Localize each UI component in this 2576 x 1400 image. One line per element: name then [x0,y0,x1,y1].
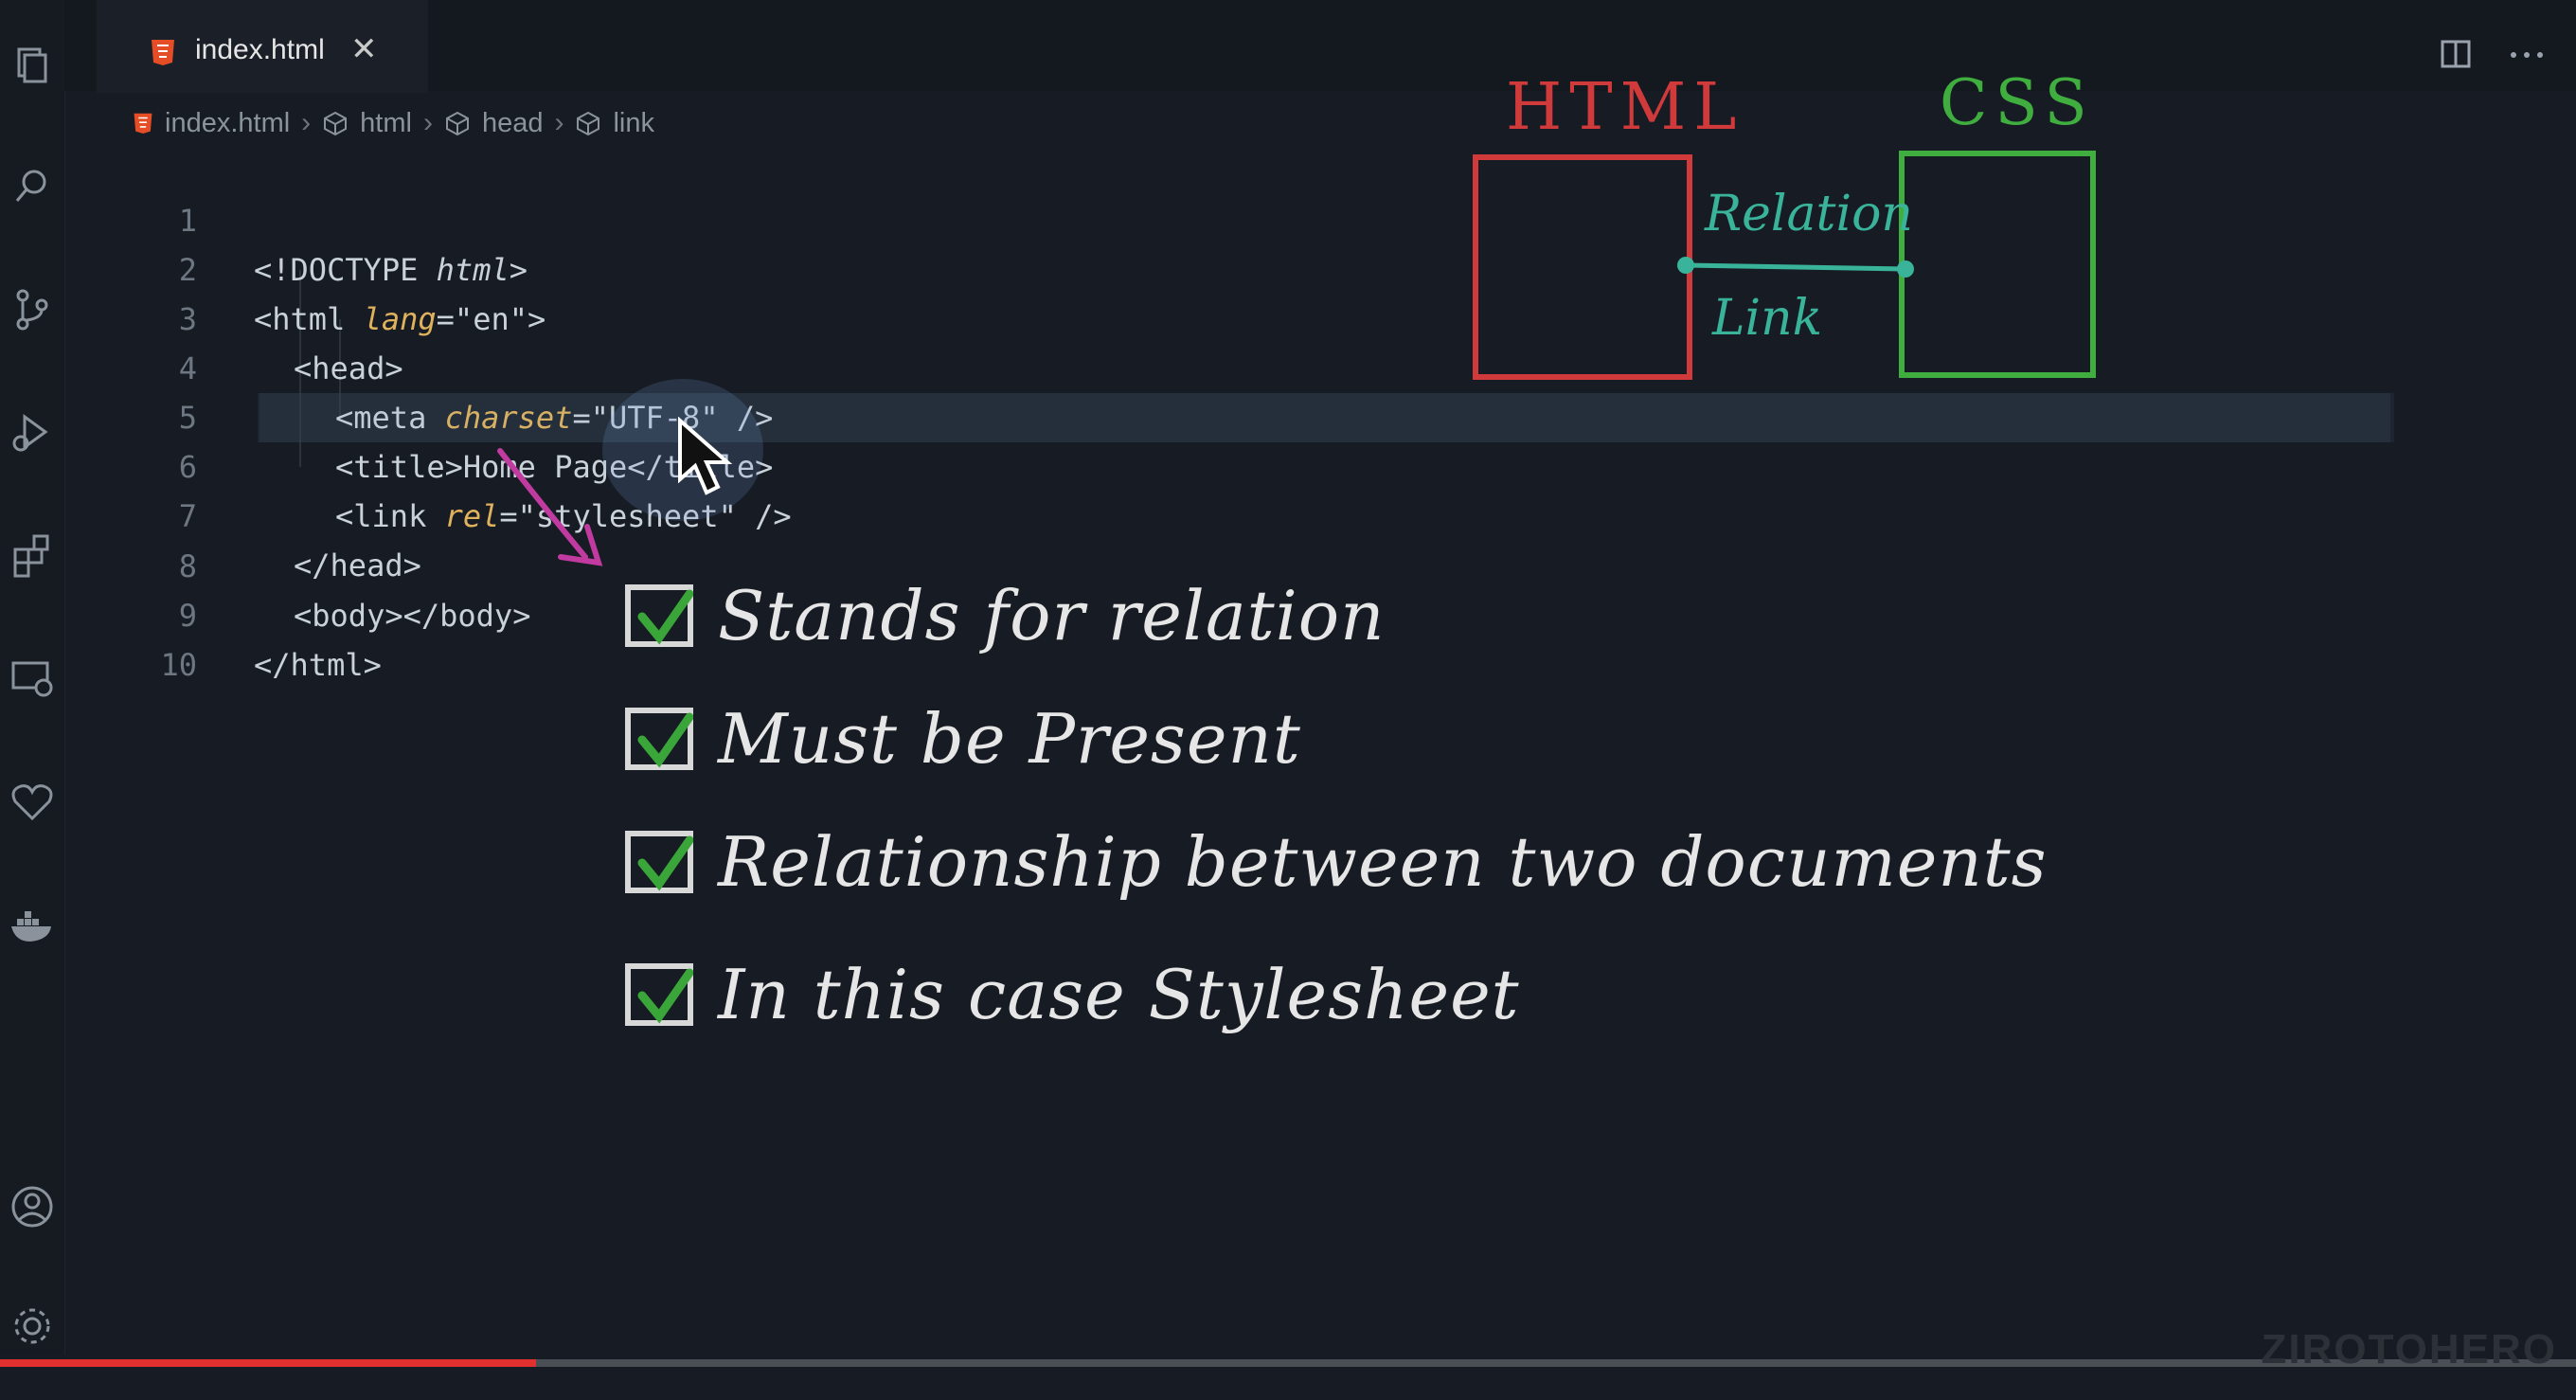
diagram-link-label: Link [1712,290,1823,347]
tab-index-html[interactable]: index.html ✕ [97,0,428,93]
diagram-relation-label: Relation [1705,186,1913,242]
checkmark-icon [637,712,693,768]
mouse-pointer-icon [678,417,733,495]
settings-gear-icon[interactable] [8,1301,57,1351]
diagram-css-label: CSS [1940,66,2095,139]
breadcrumb-html[interactable]: html [322,108,412,139]
checkbox-checked [625,963,693,1026]
docker-icon[interactable] [8,900,57,949]
breadcrumb-head[interactable]: head [444,108,543,139]
tab-label: index.html [195,34,325,65]
annotation-arrow-icon [497,448,603,566]
current-line-highlight [258,393,2394,442]
split-editor-icon[interactable] [110,38,142,70]
html5-icon [134,113,152,134]
checkbox-checked [625,831,693,893]
checkmark-icon [637,968,693,1024]
tab-bar: index.html ✕ [64,0,2576,93]
explorer-icon[interactable] [8,40,57,89]
checklist-item: Must be Present [625,699,1301,779]
code-line-4[interactable]: 4 <meta charset="UTF-8" /> [64,295,2527,436]
run-debug-icon[interactable] [8,407,57,457]
cube-icon [324,111,348,136]
channel-watermark: ZIROTOHERO [2261,1326,2557,1373]
chevron-right-icon: › [301,107,312,138]
checkbox-checked [625,584,693,647]
favorites-heart-icon[interactable] [8,777,57,826]
diagram-boxes [1473,151,2096,380]
checklist-item: Stands for relation [625,576,1385,655]
checkmark-icon [637,835,693,891]
chevron-right-icon: › [422,107,433,138]
breadcrumb-file[interactable]: index.html [133,108,290,139]
code-line-7[interactable]: 7 </head> [64,442,2527,583]
split-editor-icon[interactable] [2440,38,2472,70]
remote-explorer-icon[interactable] [8,654,57,703]
activity-bar [0,0,65,1355]
source-control-icon[interactable] [8,284,57,333]
code-line-5[interactable]: 5 <title>Home Page</title> [64,344,2527,485]
cube-icon [445,111,469,136]
checkmark-icon [637,589,693,645]
diagram-html-label: HTML [1506,70,1744,145]
code-line-1[interactable]: 1 <!DOCTYPE html> [64,147,2527,288]
checkbox-checked [625,708,693,770]
code-line-2[interactable]: 2 <html lang="en"> [64,196,2527,337]
cube-icon [577,111,600,136]
more-actions-icon[interactable] [2508,49,2546,61]
extensions-icon[interactable] [8,530,57,580]
search-icon[interactable] [8,161,57,210]
code-line-3[interactable]: 3 <head> [64,245,2527,386]
chevron-right-icon: › [554,107,564,138]
close-tab-icon[interactable]: ✕ [350,30,378,68]
checklist-item: Relationship between two documents [625,822,2048,902]
breadcrumb-link[interactable]: link [575,108,654,139]
breadcrumb: index.html › html › head › link [133,104,654,142]
accounts-icon[interactable] [8,1182,57,1231]
html5-icon [152,40,174,65]
video-progress-bar[interactable] [0,1359,2576,1367]
checklist-item: In this case Stylesheet [625,955,1520,1034]
code-line-8[interactable]: 8 <body></body> [64,493,2527,634]
video-progress-played [0,1359,536,1367]
